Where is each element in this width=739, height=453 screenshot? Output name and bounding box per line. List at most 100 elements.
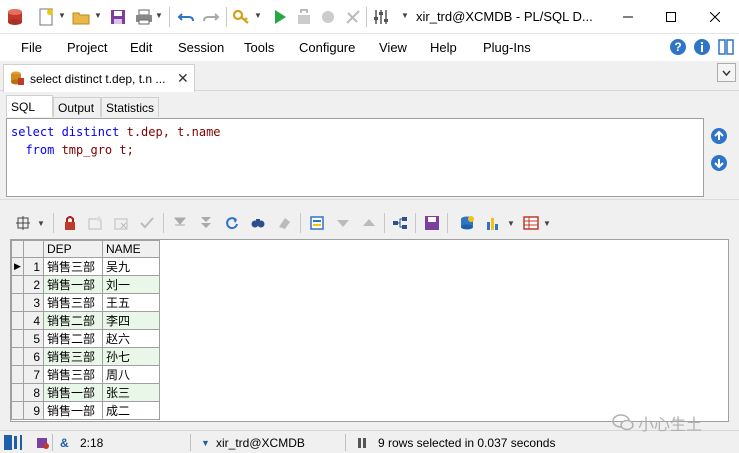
tile-windows-icon[interactable] [717,38,735,56]
table-row[interactable]: 6 销售三部 孙七 [11,347,160,366]
lock-icon[interactable] [61,214,79,232]
refresh-icon[interactable] [223,214,241,232]
menu-configure[interactable]: Configure [299,40,355,55]
menu-session[interactable]: Session [178,40,224,55]
execute-icon[interactable] [270,7,290,27]
menu-edit[interactable]: Edit [130,40,152,55]
sql-window-tab[interactable]: select distinct t.dep, t.n ... ✕ [3,64,195,92]
commit-icon[interactable] [318,7,338,27]
tab-output[interactable]: Output [53,97,101,117]
redo-icon[interactable] [201,7,221,27]
tree-view-icon[interactable] [391,214,409,232]
next-statement-icon[interactable] [711,155,727,171]
cell-name[interactable]: 张三 [102,383,160,402]
grid-options-dropdown-icon[interactable]: ▼ [37,220,45,228]
cell-name[interactable]: 孙七 [102,347,160,366]
cell-dep[interactable]: 销售一部 [43,383,103,402]
save-result-icon[interactable] [423,214,441,232]
table-row[interactable]: 9 销售一部 成二 [11,401,160,420]
print-dropdown-icon[interactable]: ▼ [155,12,163,20]
status-bar: & 2:18 ▼ xir_trd@XCMDB 9 rows selected i… [0,430,739,453]
cell-name[interactable]: 李四 [102,311,160,330]
table-row[interactable]: 5 销售二部 赵六 [11,329,160,348]
chart-icon[interactable] [484,214,502,232]
settings-icon[interactable] [371,7,391,27]
key-dropdown-icon[interactable]: ▼ [254,12,262,20]
insert-record-icon[interactable] [86,214,104,232]
delete-record-icon[interactable] [112,214,130,232]
sql-editor[interactable]: select distinct t.dep, t.name from tmp_g… [6,118,704,197]
cell-name[interactable]: 赵六 [102,329,160,348]
cell-dep[interactable]: 销售三部 [43,365,103,384]
cell-dep[interactable]: 销售二部 [43,311,103,330]
table-row[interactable]: 2 销售一部 刘一 [11,275,160,294]
cell-name[interactable]: 周八 [102,365,160,384]
table-row[interactable]: ▶ 1 销售三部 吴九 [11,257,160,276]
grid-options-icon[interactable] [14,214,32,232]
tab-list-dropdown-button[interactable] [717,63,736,82]
row-number: 1 [23,257,44,276]
editor-side-panel [706,118,739,197]
table-row[interactable]: 3 销售三部 王五 [11,293,160,312]
last-page-icon[interactable] [197,214,215,232]
cell-name[interactable]: 成二 [102,401,160,420]
single-record-view-icon[interactable] [308,214,326,232]
cell-dep[interactable]: 销售二部 [43,329,103,348]
clear-icon[interactable] [275,214,293,232]
new-dropdown-icon[interactable]: ▼ [58,12,66,20]
menu-file[interactable]: File [21,40,42,55]
rollback-icon[interactable] [343,7,363,27]
tab-statistics[interactable]: Statistics [101,97,159,117]
cell-dep[interactable]: 销售三部 [43,293,103,312]
info-icon[interactable] [693,38,711,56]
chart-dropdown-icon[interactable]: ▼ [507,220,515,228]
open-dropdown-icon[interactable]: ▼ [94,12,102,20]
menu-help[interactable]: Help [430,40,457,55]
menu-tools[interactable]: Tools [244,40,274,55]
export-grid-icon[interactable] [522,214,540,232]
result-grid[interactable]: DEP NAME ▶ 1 销售三部 吴九 2 销售一部 刘一 3 销售三部 王五 4 销售二部 李四 5 销… [10,239,729,422]
column-header-dep[interactable]: DEP [43,240,103,258]
query-by-example-icon[interactable] [458,214,476,232]
connection-dropdown-icon[interactable]: ▼ [201,438,210,448]
tab-sql[interactable]: SQL [6,95,53,117]
new-icon[interactable] [36,7,56,27]
save-icon[interactable] [108,7,128,27]
open-icon[interactable] [71,7,91,27]
cell-name[interactable]: 吴九 [102,257,160,276]
export-dropdown-icon[interactable]: ▼ [543,220,551,228]
maximize-button[interactable] [656,0,686,34]
pane-splitter[interactable] [0,199,739,205]
minimize-button[interactable] [613,0,643,34]
help-icon[interactable]: ? [669,38,687,56]
find-icon[interactable] [249,214,267,232]
break-icon[interactable] [294,7,314,27]
close-tab-icon[interactable]: ✕ [177,70,189,87]
undo-icon[interactable] [176,7,196,27]
cell-dep[interactable]: 销售三部 [43,257,103,276]
cell-name[interactable]: 刘一 [102,275,160,294]
connection-name[interactable]: xir_trd@XCMDB [216,436,305,450]
cell-dep[interactable]: 销售一部 [43,401,103,420]
post-changes-icon[interactable] [138,214,156,232]
table-row[interactable]: 7 销售三部 周八 [11,365,160,384]
menu-project[interactable]: Project [67,40,107,55]
cell-dep[interactable]: 销售三部 [43,347,103,366]
close-window-button[interactable] [700,0,730,34]
row-indicator [11,293,24,312]
previous-statement-icon[interactable] [711,128,727,144]
toolbar-separator [163,213,164,233]
column-header-name[interactable]: NAME [102,240,160,258]
key-icon[interactable] [232,7,252,27]
filter-up-icon[interactable] [360,214,378,232]
table-row[interactable]: 8 销售一部 张三 [11,383,160,402]
print-icon[interactable] [134,7,154,27]
filter-down-icon[interactable] [334,214,352,232]
table-row[interactable]: 4 销售二部 李四 [11,311,160,330]
cell-dep[interactable]: 销售一部 [43,275,103,294]
menu-view[interactable]: View [379,40,407,55]
cell-name[interactable]: 王五 [102,293,160,312]
settings-dropdown-icon[interactable]: ▼ [401,12,409,20]
menu-plugins[interactable]: Plug-Ins [483,40,531,55]
next-page-icon[interactable] [171,214,189,232]
